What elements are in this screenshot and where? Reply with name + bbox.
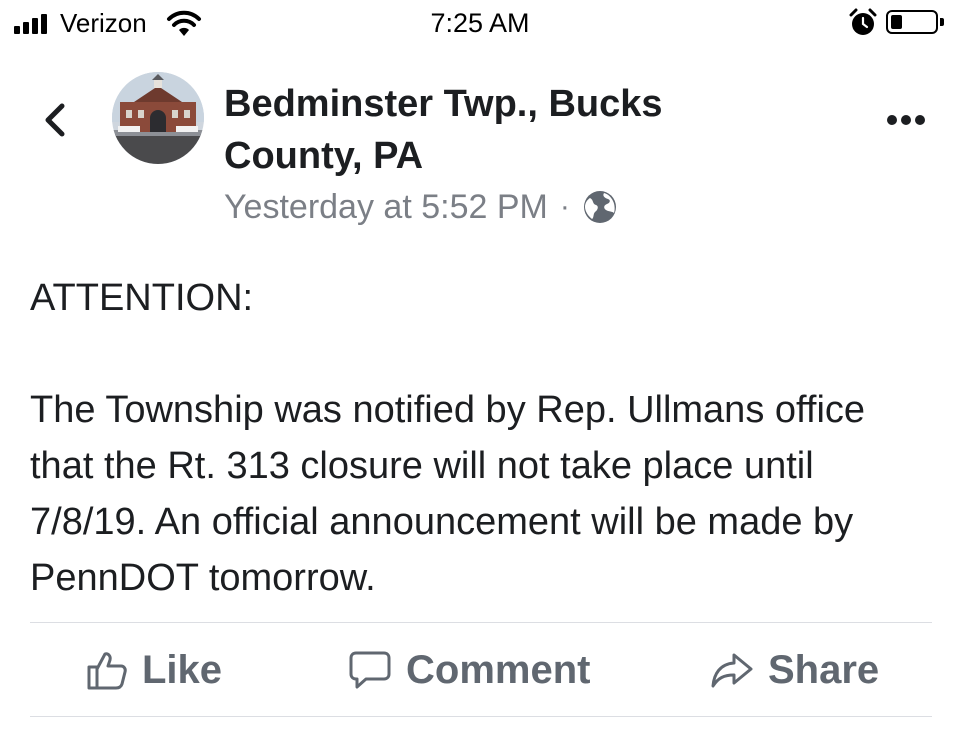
post-message: The Township was notified by Rep. Ullman… <box>30 389 866 599</box>
meta-separator: · <box>559 190 570 223</box>
action-bar: Like Comment Share <box>30 624 932 716</box>
battery-icon <box>886 10 944 34</box>
comment-bubble-icon <box>349 651 391 689</box>
post-meta: Yesterday at 5:52 PM · <box>224 184 618 230</box>
like-button[interactable]: Like <box>86 624 222 716</box>
globe-icon <box>583 191 616 223</box>
divider-bottom <box>30 716 932 717</box>
post-heading: ATTENTION: <box>30 277 254 319</box>
share-button[interactable]: Share <box>710 624 879 716</box>
status-time: 7:25 AM <box>430 8 530 38</box>
share-arrow-icon <box>711 653 753 688</box>
status-bar: Verizon 7:25 AM <box>0 0 960 48</box>
alarm-icon <box>849 8 877 35</box>
page-name-link[interactable]: Bedminster Twp., Bucks County, PA <box>224 78 784 182</box>
share-label: Share <box>768 647 880 692</box>
post-timestamp[interactable]: Yesterday at 5:52 PM <box>224 188 548 227</box>
thumbs-up-icon <box>87 652 127 690</box>
back-button[interactable] <box>36 96 76 144</box>
like-label: Like <box>142 647 223 692</box>
divider-top <box>30 622 932 623</box>
post-body: ATTENTION: The Township was notified by … <box>30 270 930 606</box>
more-options-button[interactable] <box>882 106 930 134</box>
township-building-image <box>112 72 204 164</box>
comment-label: Comment <box>406 647 591 692</box>
comment-button[interactable]: Comment <box>348 624 590 716</box>
page-avatar[interactable] <box>112 72 204 164</box>
